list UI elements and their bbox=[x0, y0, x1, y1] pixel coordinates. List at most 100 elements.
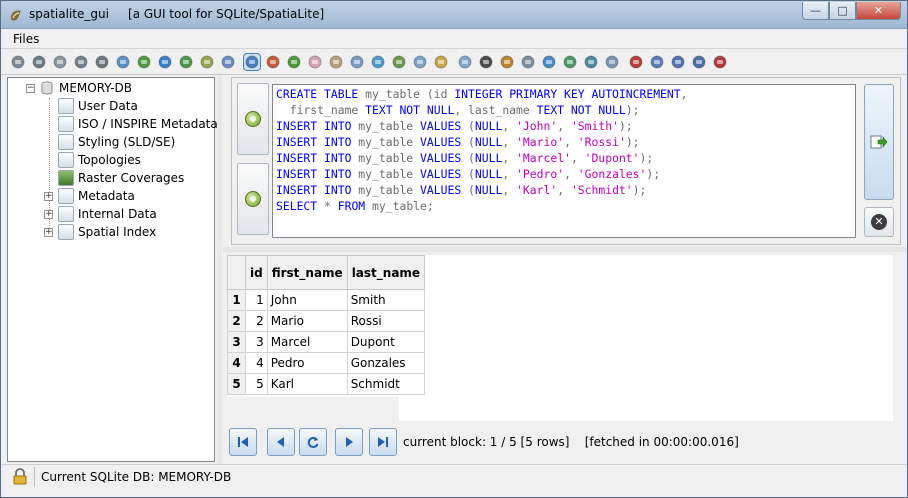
help-icon[interactable] bbox=[670, 54, 686, 70]
next-block-button[interactable] bbox=[335, 428, 363, 456]
cell-first-name[interactable]: Mario bbox=[266, 310, 348, 332]
cell-id[interactable]: 4 bbox=[245, 352, 268, 374]
previous-block-button[interactable] bbox=[267, 428, 295, 456]
cell-last-name[interactable]: Gonzales bbox=[346, 352, 426, 374]
row-number[interactable]: 3 bbox=[227, 331, 246, 353]
results-table: id first_name last_name 1 1 John Smith 2 2 Mario R… bbox=[227, 255, 426, 395]
load-txt-icon[interactable] bbox=[199, 54, 215, 70]
about-icon[interactable] bbox=[691, 54, 707, 70]
row-number[interactable]: 1 bbox=[227, 289, 246, 311]
corner-cell[interactable] bbox=[227, 255, 246, 290]
database-icon bbox=[41, 81, 53, 95]
cell-last-name[interactable]: Schmidt bbox=[346, 373, 426, 395]
cell-id[interactable]: 1 bbox=[245, 289, 268, 311]
disconnect-icon[interactable] bbox=[52, 54, 68, 70]
sql-token: NULL bbox=[474, 183, 503, 197]
attach-icon[interactable] bbox=[370, 54, 386, 70]
execute-sql-button[interactable] bbox=[864, 84, 894, 200]
maximize-button[interactable]: □ bbox=[829, 2, 856, 20]
row-number[interactable]: 4 bbox=[227, 352, 246, 374]
tree-item-label: Metadata bbox=[78, 189, 135, 203]
connect-icon[interactable] bbox=[10, 54, 26, 70]
table-row[interactable]: 2 2 Mario Rossi bbox=[227, 310, 426, 332]
query-view-composer-icon[interactable] bbox=[243, 53, 261, 71]
exif-icon[interactable] bbox=[307, 54, 323, 70]
row-number[interactable]: 5 bbox=[227, 373, 246, 395]
check-geometry-icon[interactable] bbox=[583, 54, 599, 70]
row-number[interactable]: 2 bbox=[227, 310, 246, 332]
sql-editor[interactable]: CREATE TABLE my_table (id INTEGER PRIMAR… bbox=[272, 84, 856, 238]
column-header-last-name[interactable]: last_name bbox=[346, 255, 426, 290]
virtual-shp-icon[interactable] bbox=[220, 54, 236, 70]
cell-id[interactable]: 3 bbox=[245, 331, 268, 353]
sql-log-icon[interactable] bbox=[391, 54, 407, 70]
sanitize-icon[interactable] bbox=[604, 54, 620, 70]
dxf-icon[interactable] bbox=[478, 54, 494, 70]
cell-id[interactable]: 2 bbox=[245, 310, 268, 332]
refresh-button[interactable] bbox=[299, 428, 327, 456]
cell-id[interactable]: 5 bbox=[245, 373, 268, 395]
table-row[interactable]: 3 3 Marcel Dupont bbox=[227, 331, 426, 353]
tree-root-memory-db[interactable]: − MEMORY-DB bbox=[26, 79, 132, 97]
save-memory-icon[interactable] bbox=[94, 54, 110, 70]
expand-icon[interactable]: + bbox=[44, 227, 53, 237]
history-back-button[interactable] bbox=[237, 83, 269, 155]
expand-icon[interactable]: + bbox=[44, 191, 53, 201]
horizontal-splitter[interactable] bbox=[223, 247, 907, 252]
create-db-icon[interactable] bbox=[31, 54, 47, 70]
first-block-button[interactable] bbox=[229, 428, 257, 456]
memory-db-icon[interactable] bbox=[73, 54, 89, 70]
charset-icon[interactable] bbox=[433, 54, 449, 70]
network-icon[interactable] bbox=[286, 54, 302, 70]
sql-token: INSERT INTO bbox=[276, 167, 359, 181]
srid-icon[interactable] bbox=[349, 54, 365, 70]
tree-item-user-data[interactable]: User Data bbox=[58, 97, 138, 115]
wfs-icon[interactable] bbox=[457, 54, 473, 70]
tree-item-topologies[interactable]: Topologies bbox=[58, 151, 141, 169]
svg-icon[interactable] bbox=[628, 54, 644, 70]
menu-files[interactable]: Files bbox=[13, 32, 39, 46]
tree-item-raster-coverages[interactable]: Raster Coverages bbox=[58, 169, 184, 187]
spatial-index-icon[interactable] bbox=[265, 54, 281, 70]
load-gpkg-icon[interactable] bbox=[499, 54, 515, 70]
tree-item-label: Spatial Index bbox=[78, 225, 157, 239]
load-shp-icon[interactable] bbox=[178, 54, 194, 70]
column-header-id[interactable]: id bbox=[245, 255, 268, 290]
vacuum-icon[interactable] bbox=[136, 54, 152, 70]
tree-item-internal-data[interactable]: + Internal Data bbox=[44, 205, 157, 223]
tree-item-label: Internal Data bbox=[78, 207, 157, 221]
vector-icon[interactable] bbox=[562, 54, 578, 70]
sql-line: INSERT INTO my_table VALUES (NULL, 'Karl… bbox=[276, 182, 852, 198]
topology-icon[interactable] bbox=[520, 54, 536, 70]
tree-item-styling-sld-se[interactable]: Styling (SLD/SE) bbox=[58, 133, 175, 151]
tree-item-iso-inspire-metadata[interactable]: ISO / INSPIRE Metadata bbox=[58, 115, 218, 133]
clear-sql-button[interactable]: ✕ bbox=[864, 207, 894, 237]
expand-icon[interactable]: + bbox=[44, 209, 53, 219]
last-block-button[interactable] bbox=[369, 428, 397, 456]
cell-last-name[interactable]: Rossi bbox=[346, 310, 426, 332]
cell-first-name[interactable]: Marcel bbox=[266, 331, 348, 353]
cell-first-name[interactable]: John bbox=[266, 289, 348, 311]
history-forward-button[interactable] bbox=[237, 163, 269, 235]
close-button[interactable]: ✕ bbox=[856, 2, 901, 20]
cell-first-name[interactable]: Karl bbox=[266, 373, 348, 395]
table-row[interactable]: 4 4 Pedro Gonzales bbox=[227, 352, 426, 374]
cell-first-name[interactable]: Pedro bbox=[266, 352, 348, 374]
minimize-button[interactable]: — bbox=[802, 2, 829, 20]
dbf-icon[interactable] bbox=[412, 54, 428, 70]
cell-last-name[interactable]: Smith bbox=[346, 289, 426, 311]
map-icon[interactable] bbox=[649, 54, 665, 70]
table-row[interactable]: 1 1 John Smith bbox=[227, 289, 426, 311]
vertical-splitter[interactable] bbox=[217, 75, 222, 465]
sql-script-icon[interactable] bbox=[157, 54, 173, 70]
column-header-first-name[interactable]: first_name bbox=[266, 255, 348, 290]
exit-icon[interactable] bbox=[712, 54, 728, 70]
cell-last-name[interactable]: Dupont bbox=[346, 331, 426, 353]
tree-item-metadata[interactable]: + Metadata bbox=[44, 187, 135, 205]
tree-item-spatial-index[interactable]: + Spatial Index bbox=[44, 223, 156, 241]
clone-icon[interactable] bbox=[115, 54, 131, 70]
load-xml-icon[interactable] bbox=[328, 54, 344, 70]
table-row[interactable]: 5 5 Karl Schmidt bbox=[227, 373, 426, 395]
raster-icon[interactable] bbox=[541, 54, 557, 70]
collapse-icon[interactable]: − bbox=[26, 83, 35, 93]
